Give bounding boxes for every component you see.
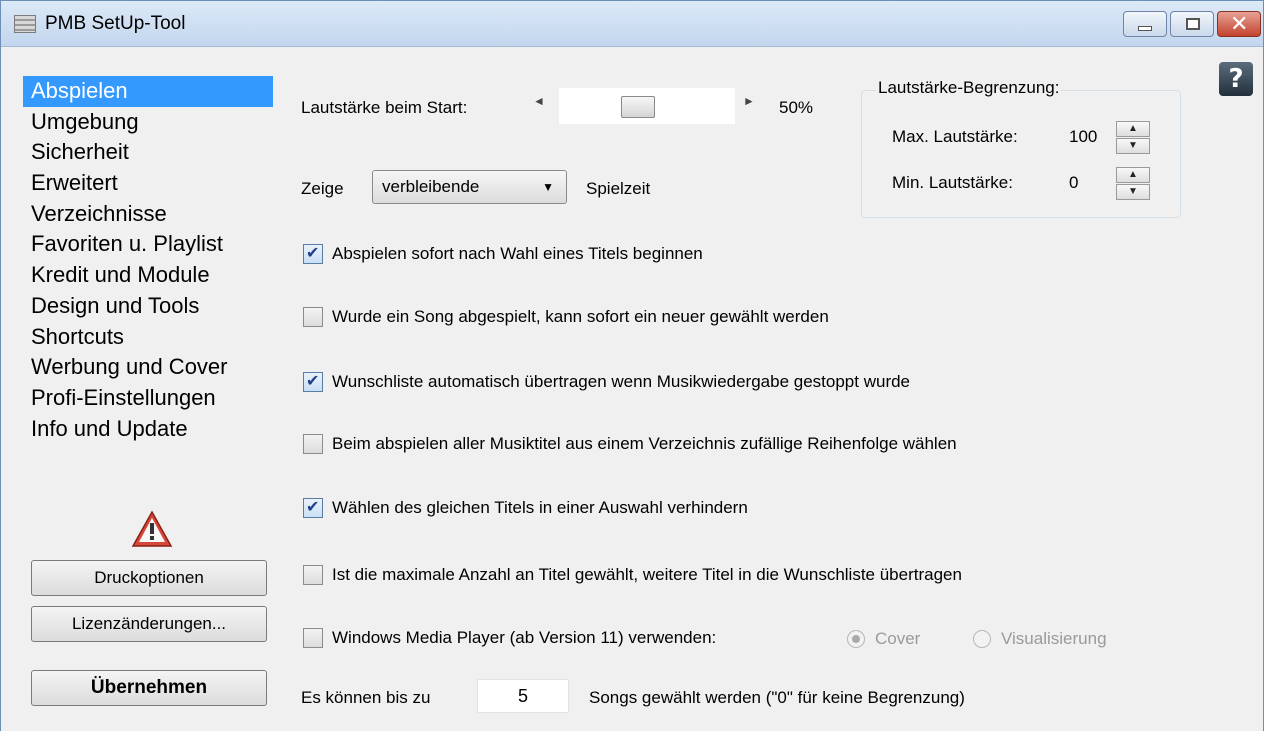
spin-down-icon[interactable]: ▼: [1116, 138, 1150, 154]
warning-triangle-icon: [131, 510, 173, 547]
start-volume-value: 50%: [779, 98, 814, 117]
volume-limit-group: Lautstärke-Begrenzung: Max. Lautstärke: …: [861, 78, 1181, 218]
song-limit-input[interactable]: 5: [477, 679, 569, 713]
start-volume-label: Lautstärke beim Start:: [301, 98, 468, 117]
time-display-value: verbleibende: [382, 177, 480, 196]
category-list: Abspielen Umgebung Sicherheit Erweitert …: [23, 76, 281, 461]
autoplay-checkbox[interactable]: [303, 243, 323, 264]
slider-left-arrow-icon[interactable]: ◄: [533, 94, 545, 108]
cover-radio-label[interactable]: Cover: [875, 629, 920, 649]
next-song-label[interactable]: Wurde ein Song abgespielt, kann sofort e…: [332, 307, 829, 327]
sidebar-item-shortcuts[interactable]: Shortcuts: [23, 322, 281, 353]
sidebar-item-umgebung[interactable]: Umgebung: [23, 107, 281, 138]
help-button[interactable]: ?: [1219, 62, 1253, 96]
close-icon: ✕: [1230, 11, 1249, 36]
sidebar-item-kredit[interactable]: Kredit und Module: [23, 260, 281, 291]
autoplay-label[interactable]: Abspielen sofort nach Wahl eines Titels …: [332, 244, 703, 264]
slider-thumb[interactable]: [621, 96, 655, 118]
min-volume-label: Min. Lautstärke:: [892, 173, 1013, 192]
spin-up-icon[interactable]: ▲: [1116, 121, 1150, 137]
wmp-label[interactable]: Windows Media Player (ab Version 11) ver…: [332, 628, 716, 648]
min-volume-spinner[interactable]: ▲ ▼: [1116, 167, 1150, 201]
next-song-checkbox[interactable]: [303, 307, 323, 327]
random-order-label[interactable]: Beim abspielen aller Musiktitel aus eine…: [332, 434, 957, 454]
sidebar-item-info[interactable]: Info und Update: [23, 414, 281, 445]
visualisation-radio[interactable]: [973, 630, 991, 648]
spin-down-icon[interactable]: ▼: [1116, 184, 1150, 200]
wishlist-transfer-label[interactable]: Wunschliste automatisch übertragen wenn …: [332, 372, 910, 392]
minimize-icon: [1138, 26, 1152, 31]
wmp-checkbox[interactable]: [303, 628, 323, 648]
min-volume-value[interactable]: 0: [1069, 173, 1078, 193]
max-volume-spinner[interactable]: ▲ ▼: [1116, 121, 1150, 155]
overflow-wishlist-label[interactable]: Ist die maximale Anzahl an Titel gewählt…: [332, 565, 962, 585]
chevron-down-icon: ▼: [542, 180, 554, 194]
max-volume-value[interactable]: 100: [1069, 127, 1097, 147]
app-icon: [14, 15, 36, 33]
prevent-duplicate-label[interactable]: Wählen des gleichen Titels in einer Ausw…: [332, 498, 748, 518]
slider-right-arrow-icon[interactable]: ►: [743, 94, 755, 108]
title-bar: PMB SetUp-Tool ✕: [1, 1, 1263, 47]
maximize-icon: [1186, 18, 1200, 30]
license-changes-button[interactable]: Lizenzänderungen...: [31, 606, 267, 642]
show-suffix-label: Spielzeit: [586, 179, 651, 198]
sidebar-item-design[interactable]: Design und Tools: [23, 291, 281, 322]
cover-radio[interactable]: [847, 630, 865, 648]
visualisation-radio-label[interactable]: Visualisierung: [1001, 629, 1107, 649]
minimize-button[interactable]: [1123, 11, 1167, 37]
overflow-wishlist-checkbox[interactable]: [303, 565, 323, 585]
spin-up-icon[interactable]: ▲: [1116, 167, 1150, 183]
sidebar-item-verzeichnisse[interactable]: Verzeichnisse: [23, 199, 281, 230]
sidebar-item-werbung[interactable]: Werbung und Cover: [23, 352, 281, 383]
songs-suffix-label: Songs gewählt werden ("0" für keine Begr…: [589, 688, 965, 707]
content-area: ? Abspielen Umgebung Sicherheit Erweiter…: [1, 48, 1263, 731]
volume-limit-title: Lautstärke-Begrenzung:: [876, 78, 1062, 98]
sidebar-item-abspielen[interactable]: Abspielen: [23, 76, 273, 107]
sidebar-item-sicherheit[interactable]: Sicherheit: [23, 137, 281, 168]
time-display-select[interactable]: verbleibende ▼: [372, 170, 567, 204]
max-volume-label: Max. Lautstärke:: [892, 127, 1018, 146]
setup-window: PMB SetUp-Tool ✕ ? Abspielen Umgebung Si…: [0, 0, 1264, 731]
sidebar-item-profi[interactable]: Profi-Einstellungen: [23, 383, 281, 414]
close-button[interactable]: ✕: [1217, 11, 1261, 37]
print-options-button[interactable]: Druckoptionen: [31, 560, 267, 596]
prevent-duplicate-checkbox[interactable]: [303, 497, 323, 518]
wishlist-transfer-checkbox[interactable]: [303, 371, 323, 392]
sidebar-item-erweitert[interactable]: Erweitert: [23, 168, 281, 199]
maximize-button[interactable]: [1170, 11, 1214, 37]
show-prefix-label: Zeige: [301, 179, 344, 198]
apply-button[interactable]: Übernehmen: [31, 670, 267, 706]
random-order-checkbox[interactable]: [303, 434, 323, 454]
songs-prefix-label: Es können bis zu: [301, 688, 431, 707]
start-volume-slider[interactable]: ◄ ►: [525, 88, 775, 124]
window-title: PMB SetUp-Tool: [45, 13, 186, 34]
sidebar-item-favoriten[interactable]: Favoriten u. Playlist: [23, 229, 281, 260]
